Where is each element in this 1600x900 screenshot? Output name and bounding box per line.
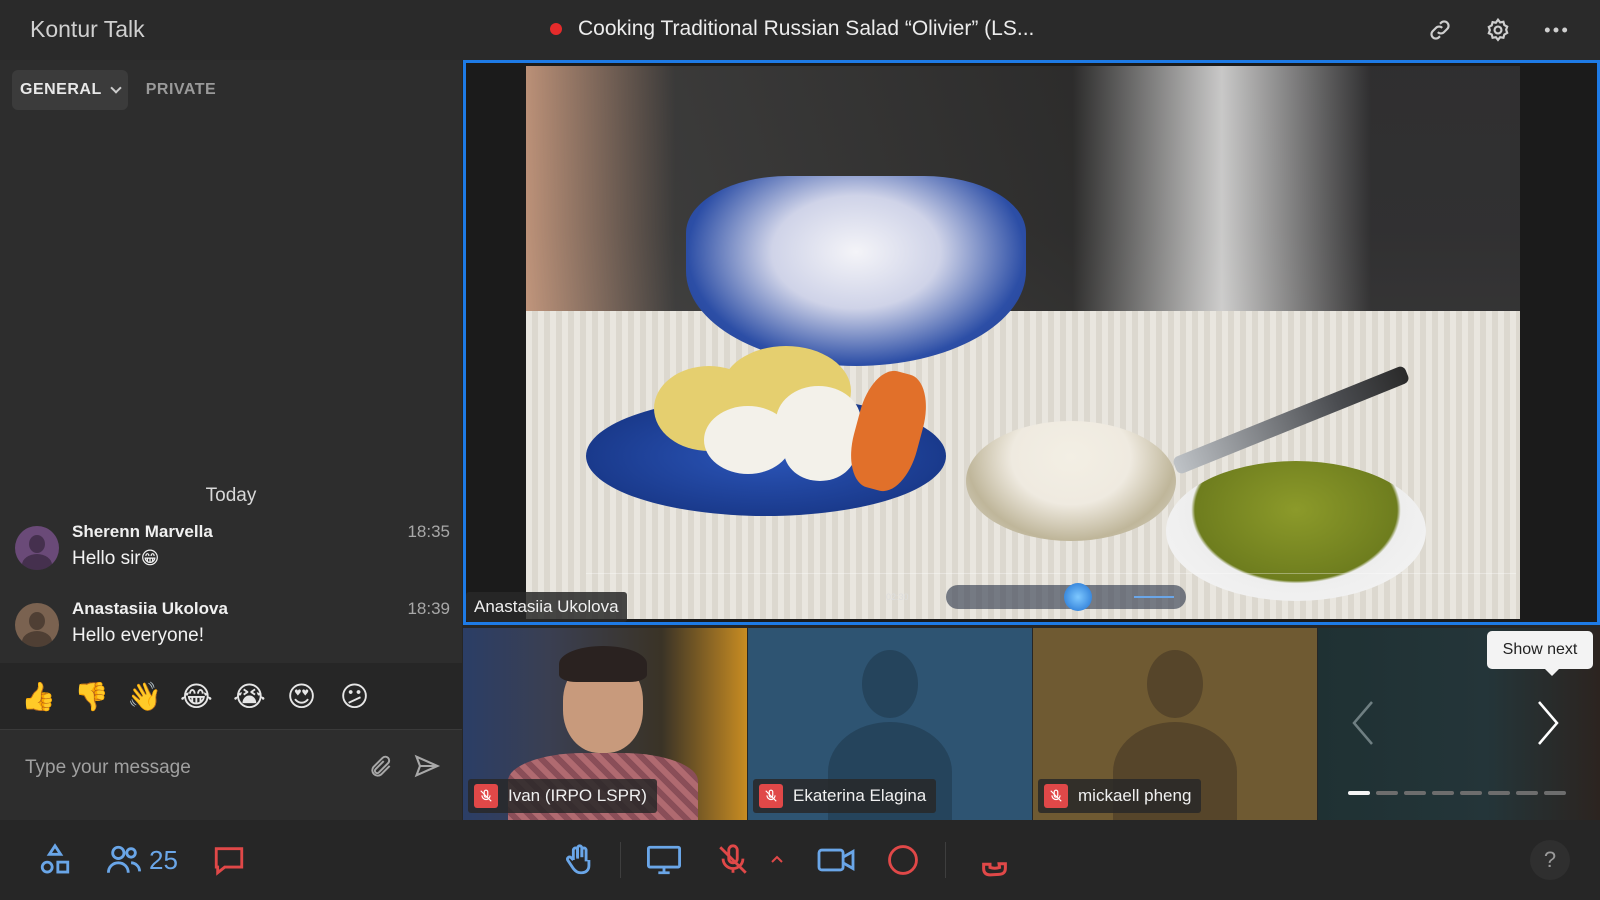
reaction-wave[interactable]: 👋 bbox=[127, 680, 162, 713]
participant-name: mickaell pheng bbox=[1078, 786, 1192, 805]
chat-panel: GENERAL PRIVATE Today Sherenn Marvella 1… bbox=[0, 60, 462, 820]
recording-indicator bbox=[550, 23, 562, 35]
participant-tile[interactable]: Ekaterina Elagina bbox=[748, 628, 1032, 820]
paperclip-icon[interactable] bbox=[368, 752, 394, 782]
pause-icon[interactable] bbox=[1064, 583, 1092, 611]
tab-general[interactable]: GENERAL bbox=[12, 70, 128, 110]
chevron-right-icon[interactable] bbox=[1533, 698, 1563, 748]
video-progress[interactable] bbox=[586, 573, 1516, 574]
help-button[interactable]: ? bbox=[1530, 840, 1570, 880]
date-divider: Today bbox=[205, 485, 257, 506]
tab-private-label: PRIVATE bbox=[145, 81, 217, 98]
mic-options-chevron-up-icon[interactable] bbox=[769, 840, 785, 880]
record-button[interactable] bbox=[886, 840, 920, 880]
reaction-cry[interactable]: 😭 bbox=[233, 680, 266, 713]
chevron-left-icon[interactable] bbox=[1348, 698, 1378, 748]
avatar bbox=[15, 526, 59, 570]
message-text-content: Hello sir bbox=[72, 548, 141, 569]
grin-emoji: 😁 bbox=[140, 548, 160, 568]
message-author: Sherenn Marvella bbox=[72, 522, 213, 541]
message-input[interactable]: Type your message bbox=[25, 757, 191, 779]
participant-name-tag: Ekaterina Elagina bbox=[753, 779, 937, 813]
volume-slider[interactable] bbox=[1134, 596, 1174, 598]
more-icon[interactable] bbox=[1540, 14, 1572, 46]
chat-message: Anastasiia Ukolova 18:39 Hello everyone! bbox=[15, 595, 450, 655]
participant-name-tag: mickaell pheng bbox=[1038, 779, 1202, 813]
participant-tile[interactable]: Ivan (IRPO LSPR) bbox=[463, 628, 747, 820]
meeting-title-area: Cooking Traditional Russian Salad “Olivi… bbox=[550, 17, 1034, 41]
pager-dot[interactable] bbox=[1544, 791, 1566, 795]
message-author: Anastasiia Ukolova bbox=[72, 599, 228, 618]
chevron-down-icon bbox=[110, 82, 122, 94]
pager-dot[interactable] bbox=[1432, 791, 1454, 795]
app-name: Kontur Talk bbox=[30, 16, 145, 42]
pager-dot[interactable] bbox=[1376, 791, 1398, 795]
mayo-bowl-image bbox=[966, 421, 1176, 541]
tab-general-label: GENERAL bbox=[20, 81, 102, 98]
peas-bowl-image bbox=[1166, 461, 1426, 601]
message-composer: Type your message bbox=[0, 729, 462, 820]
bowl-image bbox=[686, 176, 1026, 366]
leave-call-icon[interactable] bbox=[972, 840, 1008, 880]
participant-name-tag: Ivan (IRPO LSPR) bbox=[468, 779, 657, 813]
raise-hand-icon[interactable] bbox=[562, 840, 596, 880]
camera-icon[interactable] bbox=[816, 840, 856, 880]
chat-tabs: GENERAL PRIVATE bbox=[12, 70, 224, 110]
quick-reactions: 👍 👎 👋 😂 😭 😍 😕 bbox=[0, 663, 462, 729]
pager-dots bbox=[1348, 791, 1566, 795]
mic-muted-icon bbox=[474, 784, 498, 808]
speaker-name-tag: Anastasiia Ukolova bbox=[466, 592, 627, 622]
top-bar: Kontur Talk Cooking Traditional Russian … bbox=[0, 0, 1600, 60]
chat-icon[interactable] bbox=[212, 840, 246, 880]
player-time: 02:30 bbox=[886, 592, 909, 602]
reaction-laugh[interactable]: 😂 bbox=[180, 680, 213, 713]
show-next-tooltip: Show next bbox=[1487, 631, 1593, 676]
pager-dot[interactable] bbox=[1404, 791, 1426, 795]
message-text: Hello sir😁 bbox=[72, 548, 159, 570]
main-video-stage[interactable]: 02:30 Anastasiia Ukolova bbox=[463, 60, 1600, 625]
shared-video[interactable]: 02:30 bbox=[526, 66, 1520, 619]
participant-strip: Ivan (IRPO LSPR) Ekaterina Elagina micka… bbox=[463, 628, 1600, 820]
send-icon[interactable] bbox=[413, 752, 441, 780]
message-text: Hello everyone! bbox=[72, 625, 205, 646]
mic-muted-icon bbox=[759, 784, 783, 808]
bottom-toolbar: 25 ? bbox=[0, 820, 1600, 900]
divider bbox=[945, 842, 946, 878]
header-actions bbox=[1424, 14, 1572, 46]
message-time: 18:35 bbox=[407, 522, 450, 541]
avatar bbox=[15, 603, 59, 647]
apps-icon[interactable] bbox=[38, 840, 72, 880]
divider bbox=[620, 842, 621, 878]
participant-name: Ivan (IRPO LSPR) bbox=[508, 786, 647, 805]
media-player-controls: 02:30 bbox=[886, 583, 1526, 611]
chat-message: Sherenn Marvella 18:35 Hello sir😁 bbox=[15, 518, 450, 578]
people-icon bbox=[107, 845, 141, 873]
participants-button[interactable]: 25 bbox=[105, 840, 178, 880]
mic-muted-button[interactable] bbox=[716, 840, 750, 880]
participant-tile[interactable]: mickaell pheng bbox=[1033, 628, 1317, 820]
reaction-confused[interactable]: 😕 bbox=[339, 680, 370, 713]
pager-dot[interactable] bbox=[1488, 791, 1510, 795]
meeting-title: Cooking Traditional Russian Salad “Olivi… bbox=[578, 17, 1035, 40]
reaction-thumbs-up[interactable]: 👍 bbox=[21, 680, 56, 713]
pager-dot[interactable] bbox=[1516, 791, 1538, 795]
gear-icon[interactable] bbox=[1482, 14, 1514, 46]
pager-dot[interactable] bbox=[1460, 791, 1482, 795]
link-icon[interactable] bbox=[1424, 14, 1456, 46]
reaction-thumbs-down[interactable]: 👎 bbox=[74, 680, 109, 713]
participant-name: Ekaterina Elagina bbox=[793, 786, 927, 805]
tab-private[interactable]: PRIVATE bbox=[138, 70, 224, 110]
screen-share-icon[interactable] bbox=[645, 840, 683, 880]
message-time: 18:39 bbox=[407, 599, 450, 618]
mic-muted-icon bbox=[1044, 784, 1068, 808]
reaction-heart-eyes[interactable]: 😍 bbox=[286, 680, 317, 713]
participants-count: 25 bbox=[149, 844, 178, 875]
pager-dot[interactable] bbox=[1348, 791, 1370, 795]
